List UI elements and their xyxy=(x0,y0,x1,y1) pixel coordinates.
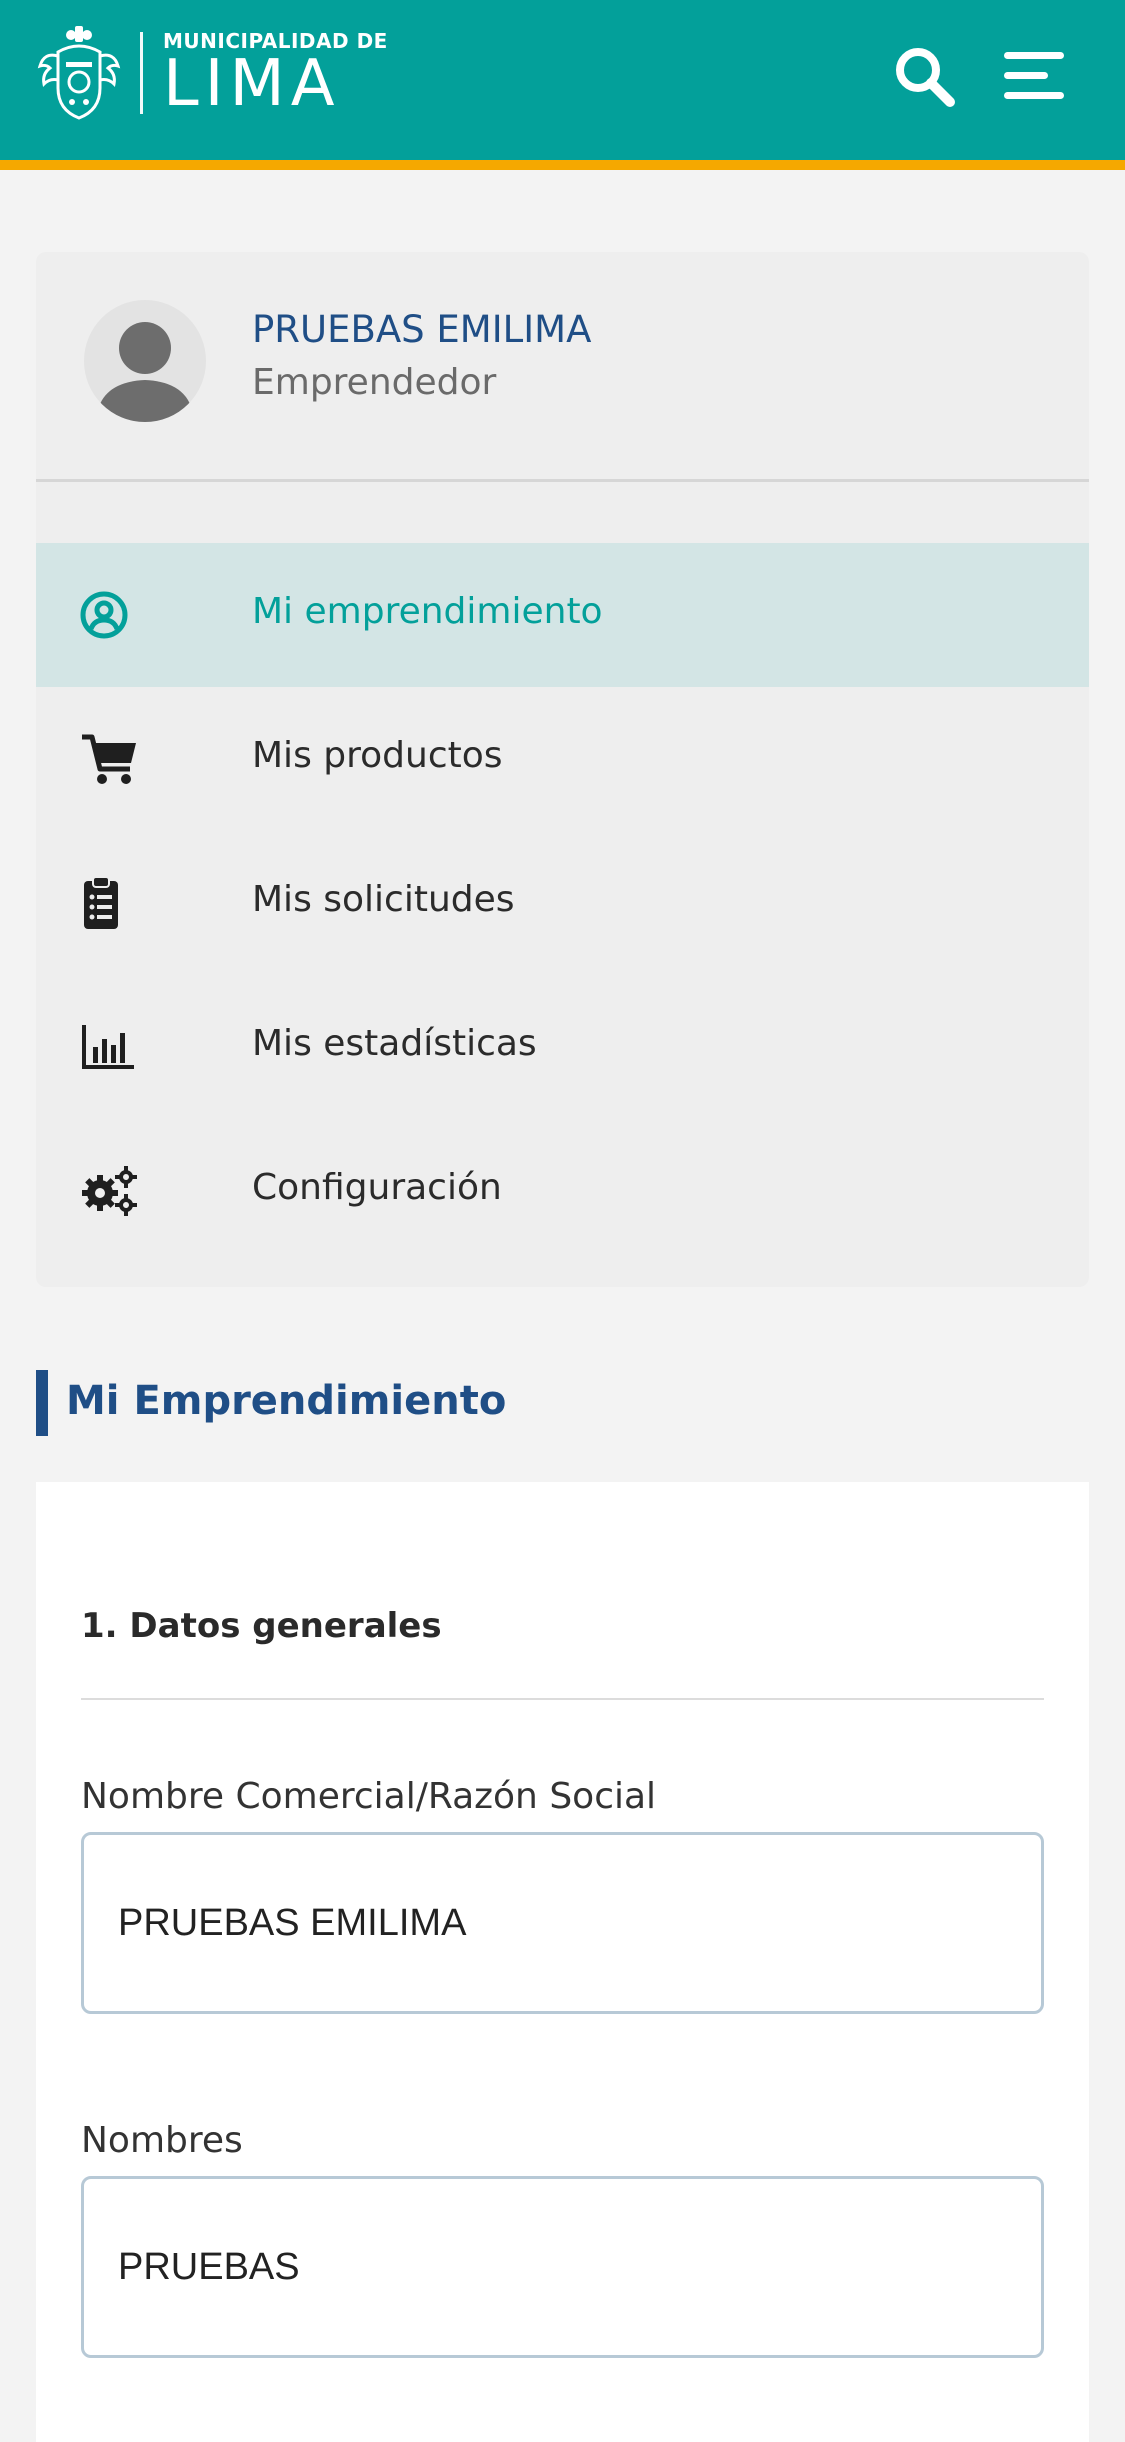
logo-divider xyxy=(140,32,143,114)
section-title-accent xyxy=(36,1370,48,1436)
menu-item-mis-estadisticas[interactable]: Mis estadísticas xyxy=(36,975,1089,1119)
search-icon[interactable] xyxy=(892,44,956,108)
menu-item-mi-emprendimiento[interactable]: Mi emprendimiento xyxy=(36,543,1089,687)
shopping-cart-icon xyxy=(82,734,136,784)
municipalidad-lima-logo[interactable]: MUNICIPALIDAD DE LIMA xyxy=(36,22,388,124)
menu-label: Mis estadísticas xyxy=(252,1023,537,1064)
gears-icon xyxy=(82,1166,137,1216)
avatar xyxy=(84,300,206,422)
clipboard-list-icon xyxy=(84,876,118,929)
menu-item-mis-productos[interactable]: Mis productos xyxy=(36,687,1089,831)
section-title: Mi Emprendimiento xyxy=(66,1378,507,1424)
user-silhouette-icon xyxy=(96,322,194,422)
menu-label: Mi emprendimiento xyxy=(252,591,603,632)
logo-wordmark: MUNICIPALIDAD DE LIMA xyxy=(163,29,388,117)
divider xyxy=(81,1698,1044,1700)
menu-label: Configuración xyxy=(252,1167,502,1208)
logo-big-text: LIMA xyxy=(163,47,341,121)
profile-name: PRUEBAS EMILIMA xyxy=(252,308,592,351)
names-input[interactable] xyxy=(81,2176,1044,2358)
profile-role: Emprendedor xyxy=(252,362,497,403)
bar-chart-icon xyxy=(82,1025,134,1069)
top-header: MUNICIPALIDAD DE LIMA xyxy=(0,0,1125,170)
profile-header: PRUEBAS EMILIMA Emprendedor xyxy=(36,252,1089,482)
business-name-label: Nombre Comercial/Razón Social xyxy=(81,1776,657,1817)
menu-item-mis-solicitudes[interactable]: Mis solicitudes xyxy=(36,831,1089,975)
names-label: Nombres xyxy=(81,2120,243,2161)
form-panel: 1. Datos generales Nombre Comercial/Razó… xyxy=(36,1482,1089,2442)
business-name-input[interactable] xyxy=(81,1832,1044,2014)
menu-label: Mis productos xyxy=(252,735,503,776)
menu-item-configuracion[interactable]: Configuración xyxy=(36,1119,1089,1263)
menu-label: Mis solicitudes xyxy=(252,879,515,920)
form-subheading: 1. Datos generales xyxy=(81,1606,442,1646)
user-circle-icon xyxy=(80,591,128,639)
hamburger-menu-icon[interactable] xyxy=(1002,48,1066,104)
lima-crest-icon xyxy=(37,26,121,120)
user-menu-card: PRUEBAS EMILIMA Emprendedor Mi emprendim… xyxy=(36,252,1089,1287)
